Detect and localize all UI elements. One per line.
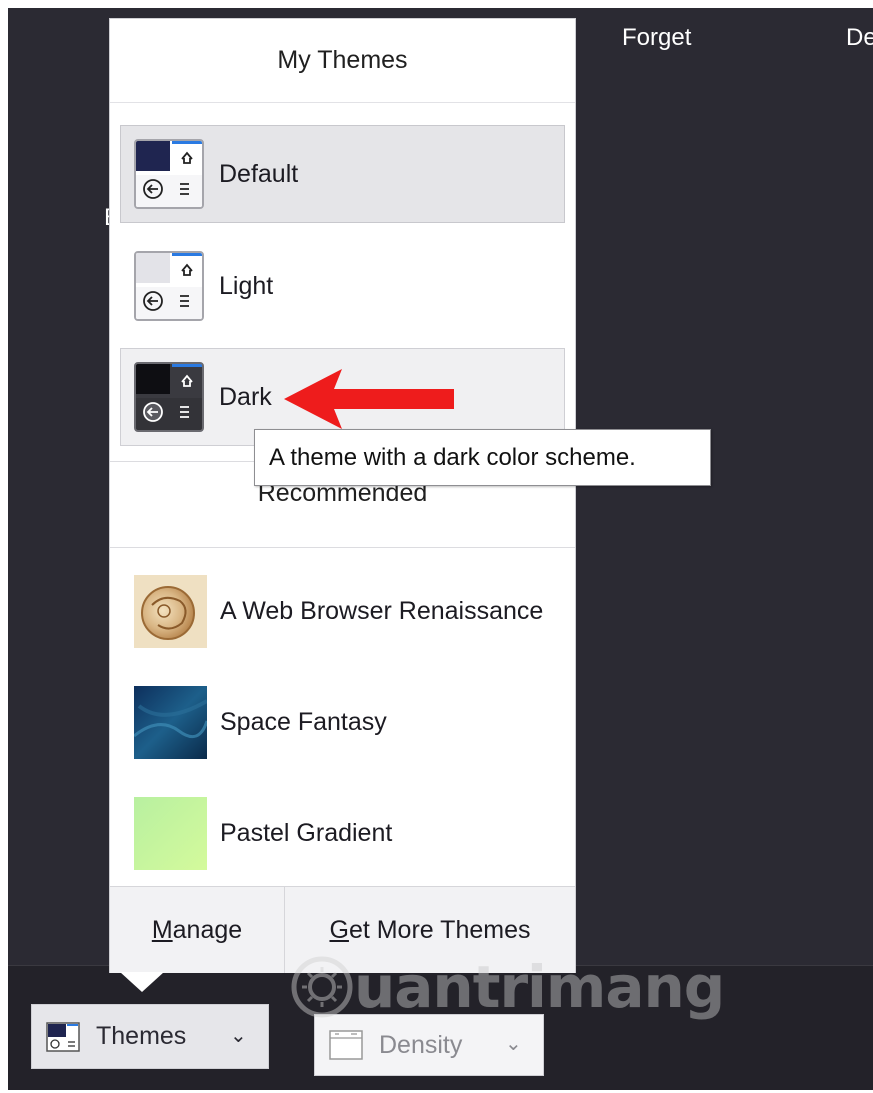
popup-footer: Manage Get More Themes xyxy=(110,886,575,973)
manage-button[interactable]: Manage xyxy=(110,887,285,973)
red-arrow-annotation xyxy=(284,369,454,429)
density-button-label: Density xyxy=(379,1030,463,1059)
background-label-forget: Forget xyxy=(622,24,692,51)
theme-item-light[interactable]: Light xyxy=(120,237,565,335)
themes-popup: My Themes Default Light Dark Recommended… xyxy=(109,18,576,973)
tooltip: A theme with a dark color scheme. xyxy=(254,429,711,486)
renaissance-theme-thumbnail xyxy=(134,574,207,648)
background-label-de: De xyxy=(846,24,873,51)
recommended-item-space-fantasy[interactable]: Space Fantasy xyxy=(134,685,564,759)
default-theme-preview-icon xyxy=(134,139,204,209)
tooltip-text: A theme with a dark color scheme. xyxy=(269,443,636,471)
themes-icon xyxy=(46,1021,80,1052)
themes-button-label: Themes xyxy=(96,1022,187,1050)
theme-name: Light xyxy=(219,271,274,300)
theme-name: Dark xyxy=(219,382,272,411)
recommended-theme-name: Space Fantasy xyxy=(220,707,387,736)
recommended-theme-name: Pastel Gradient xyxy=(220,818,393,847)
get-more-themes-button[interactable]: Get More Themes xyxy=(285,887,575,973)
light-theme-preview-icon xyxy=(134,251,204,321)
manage-button-label: Manage xyxy=(151,915,243,944)
theme-item-default[interactable]: Default xyxy=(120,125,565,223)
density-icon xyxy=(329,1030,363,1060)
popup-title: My Themes xyxy=(110,19,575,103)
popup-pointer xyxy=(120,972,164,992)
divider xyxy=(110,547,575,548)
density-button[interactable]: Density ⌄ xyxy=(314,1014,544,1076)
recommended-theme-name: A Web Browser Renaissance xyxy=(220,596,544,625)
recommended-item-pastel-gradient[interactable]: Pastel Gradient xyxy=(134,796,564,870)
dark-theme-preview-icon xyxy=(134,362,204,432)
get-more-themes-label: Get More Themes xyxy=(329,915,531,944)
themes-button[interactable]: Themes ⌄ xyxy=(31,1004,269,1069)
space-fantasy-theme-thumbnail xyxy=(134,685,207,759)
theme-name: Default xyxy=(219,159,299,188)
chevron-down-icon: ⌄ xyxy=(230,1025,247,1047)
pastel-gradient-theme-thumbnail xyxy=(134,796,207,870)
recommended-item-renaissance[interactable]: A Web Browser Renaissance xyxy=(134,574,564,648)
chevron-down-icon: ⌄ xyxy=(505,1033,522,1055)
